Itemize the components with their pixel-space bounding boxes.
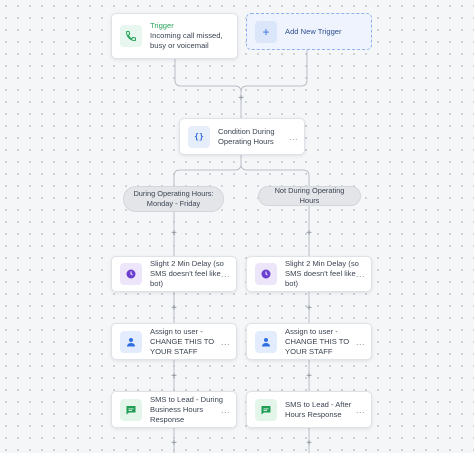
more-options-icon[interactable]: ...: [356, 269, 365, 279]
more-options-icon[interactable]: ...: [289, 132, 298, 142]
plus-icon: +: [255, 20, 277, 43]
delay-step-node[interactable]: Slight 2 Min Delay (so SMS doesn't feel …: [246, 256, 372, 292]
condition-label: Condition During Operating Hours: [218, 126, 275, 146]
add-step-plus[interactable]: +: [169, 372, 179, 382]
sms-step-node[interactable]: SMS to Lead - After Hours Response ...: [246, 391, 372, 428]
user-icon: [255, 330, 277, 353]
more-options-icon[interactable]: ...: [221, 269, 230, 279]
user-icon: [120, 330, 142, 353]
sms-icon: [120, 398, 142, 421]
add-new-trigger-label: Add New Trigger: [285, 26, 342, 36]
assign-user-step-node[interactable]: Assign to user - CHANGE THIS TO YOUR STA…: [111, 323, 237, 360]
assign-user-step-node[interactable]: Assign to user - CHANGE THIS TO YOUR STA…: [246, 323, 372, 360]
add-step-plus[interactable]: +: [304, 304, 314, 314]
branch-not-during-hours[interactable]: Not During Operating Hours: [258, 186, 361, 206]
trigger-description: Incoming call missed, busy or voicemail: [150, 31, 223, 50]
add-step-plus[interactable]: +: [169, 304, 179, 314]
add-step-plus[interactable]: +: [304, 439, 314, 449]
delay-step-node[interactable]: Slight 2 Min Delay (so SMS doesn't feel …: [111, 256, 237, 292]
phone-icon: [120, 25, 142, 47]
clock-icon: [255, 263, 277, 285]
clock-icon: [120, 263, 142, 285]
add-step-plus[interactable]: +: [169, 439, 179, 449]
connector-lines: [173, 50, 310, 453]
more-options-icon[interactable]: ...: [221, 405, 230, 415]
workflow-canvas[interactable]: Trigger Incoming call missed, busy or vo…: [0, 0, 474, 453]
more-options-icon[interactable]: ...: [356, 337, 365, 347]
sms-icon: [255, 398, 277, 421]
add-new-trigger-button[interactable]: + Add New Trigger: [246, 13, 372, 50]
add-step-plus[interactable]: +: [169, 229, 179, 239]
branch-during-hours[interactable]: During Operating Hours: Monday - Friday: [123, 186, 224, 212]
add-step-plus[interactable]: +: [304, 229, 314, 239]
more-options-icon[interactable]: ...: [221, 337, 230, 347]
delay-step-label: Slight 2 Min Delay (so SMS doesn't feel …: [285, 259, 359, 288]
condition-node[interactable]: {} Condition During Operating Hours ...: [179, 118, 305, 155]
sms-step-node[interactable]: SMS to Lead - During Business Hours Resp…: [111, 391, 237, 428]
delay-step-label: Slight 2 Min Delay (so SMS doesn't feel …: [150, 259, 224, 288]
code-braces-icon: {}: [188, 125, 210, 148]
assign-user-step-label: Assign to user - CHANGE THIS TO YOUR STA…: [150, 326, 215, 356]
trigger-node[interactable]: Trigger Incoming call missed, busy or vo…: [111, 13, 238, 59]
add-step-plus[interactable]: +: [304, 372, 314, 382]
assign-user-step-label: Assign to user - CHANGE THIS TO YOUR STA…: [285, 326, 350, 356]
trigger-title: Trigger: [150, 21, 174, 30]
add-step-plus[interactable]: +: [236, 94, 246, 104]
more-options-icon[interactable]: ...: [356, 405, 365, 415]
